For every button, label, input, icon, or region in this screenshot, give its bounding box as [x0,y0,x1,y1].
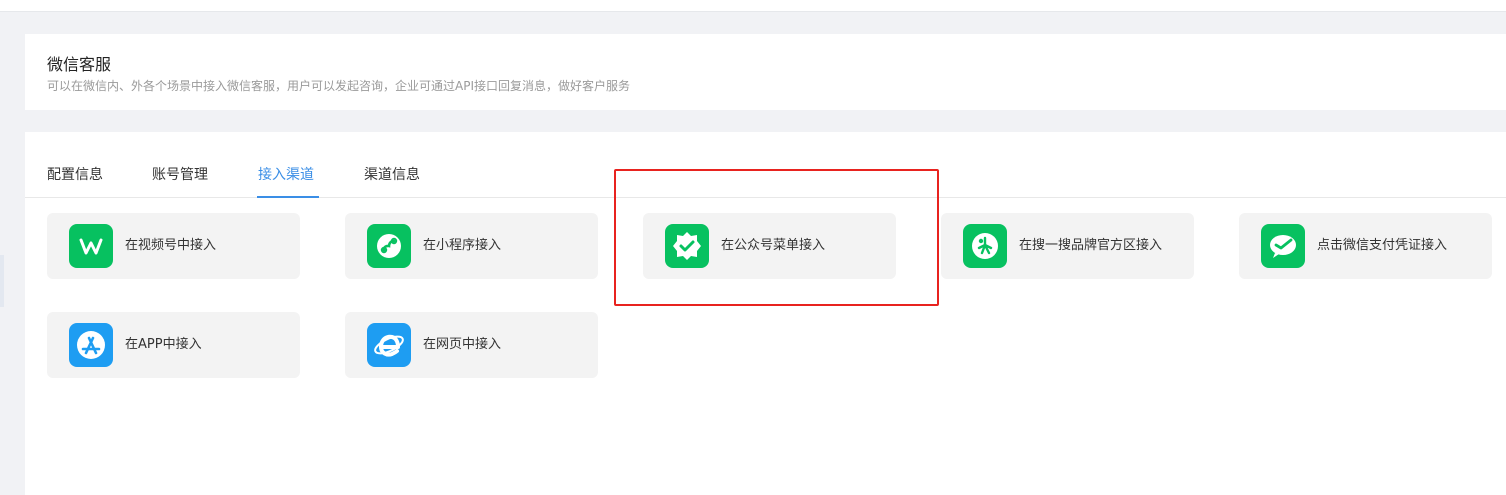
web-browser-icon [367,323,411,367]
search-brand-icon [963,224,1007,268]
tab-channel-info[interactable]: 渠道信息 [364,165,420,185]
page-title: 微信客服 [47,55,112,74]
channel-card-official-account[interactable]: 在公众号菜单接入 [643,213,896,279]
tab-config-info[interactable]: 配置信息 [47,165,103,185]
official-account-icon [665,224,709,268]
tab-account-management[interactable]: 账号管理 [152,165,208,185]
channels-icon [69,224,113,268]
header-panel: 微信客服 可以在微信内、外各个场景中接入微信客服，用户可以发起咨询，企业可通过A… [25,34,1506,110]
mini-program-icon [367,224,411,268]
active-tab-indicator [257,196,319,198]
channel-label: 在小程序接入 [423,238,502,253]
channel-card-web[interactable]: 在网页中接入 [345,312,598,378]
channel-label: 在APP中接入 [125,337,202,352]
channel-card-app[interactable]: 在APP中接入 [47,312,300,378]
channel-card-search-brand[interactable]: 在搜一搜品牌官方区接入 [941,213,1194,279]
channel-label: 点击微信支付凭证接入 [1317,238,1448,253]
sidebar-edge [0,255,4,307]
page-description: 可以在微信内、外各个场景中接入微信客服，用户可以发起咨询，企业可通过API接口回… [47,79,630,93]
top-bar [0,0,1506,12]
wechat-pay-icon [1261,224,1305,268]
channel-card-wechat-pay[interactable]: 点击微信支付凭证接入 [1239,213,1492,279]
channel-card-mini-program[interactable]: 在小程序接入 [345,213,598,279]
tab-bar: 配置信息 账号管理 接入渠道 渠道信息 [25,132,1506,198]
channel-label: 在视频号中接入 [125,238,217,253]
app-store-icon [69,323,113,367]
channel-label: 在公众号菜单接入 [721,238,826,253]
tab-access-channels[interactable]: 接入渠道 [258,165,314,185]
channel-label: 在搜一搜品牌官方区接入 [1019,238,1163,253]
channel-label: 在网页中接入 [423,337,502,352]
channel-card-video[interactable]: 在视频号中接入 [47,213,300,279]
